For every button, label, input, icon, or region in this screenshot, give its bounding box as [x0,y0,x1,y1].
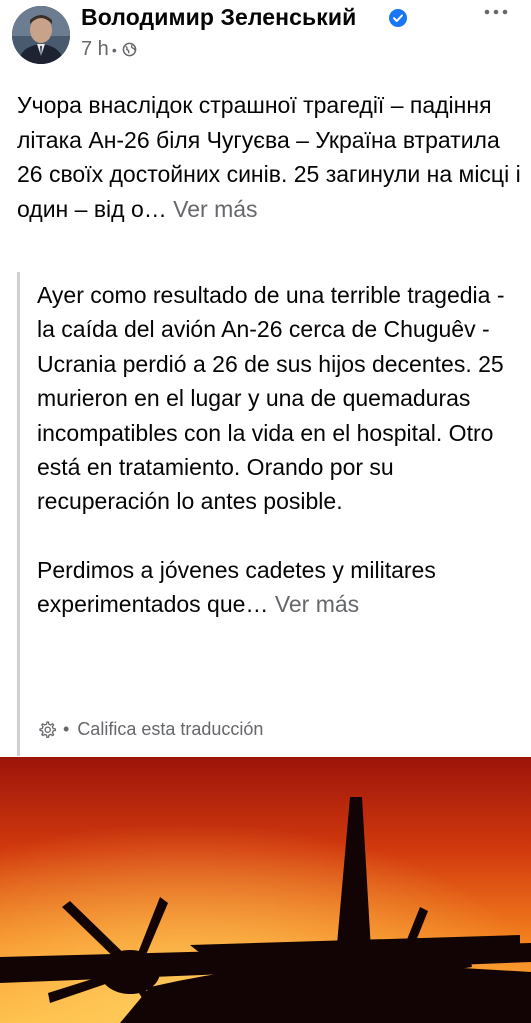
globe-icon [122,42,137,57]
gear-icon [39,720,57,738]
post-text: Учора внаслідок страшної трагедії – паді… [17,92,521,222]
translation-see-more-link[interactable]: Ver más [275,591,359,617]
translation-paragraph-1: Ayer como resultado de una terrible trag… [37,282,505,515]
translation-text: Ayer como resultado de una terrible trag… [37,278,507,622]
meta-separator: • [111,41,117,58]
more-options-icon[interactable] [482,4,510,20]
avatar-image [12,6,70,64]
rate-translation[interactable]: • Califica esta traducción [37,719,263,740]
post-body: Учора внаслідок страшної трагедії – паді… [17,88,522,226]
post-header: Володимир Зеленський 7 h • [0,0,531,72]
post-photo[interactable] [0,757,531,1023]
author-name[interactable]: Володимир Зеленський [81,4,356,31]
translation-paragraph-2: Perdimos a jóvenes cadetes y militares e… [37,553,507,622]
rate-translation-label: Califica esta traducción [77,719,264,739]
post-meta: 7 h • [81,38,137,61]
verified-badge-icon [389,9,407,27]
avatar[interactable] [12,6,70,64]
translation-paragraph-2-text: Perdimos a jóvenes cadetes y militares e… [37,556,436,618]
post-time[interactable]: 7 h [81,38,109,61]
rate-separator: • [63,719,70,739]
see-more-link[interactable]: Ver más [173,196,257,222]
translation-block: Ayer como resultado de una terrible trag… [17,272,525,756]
